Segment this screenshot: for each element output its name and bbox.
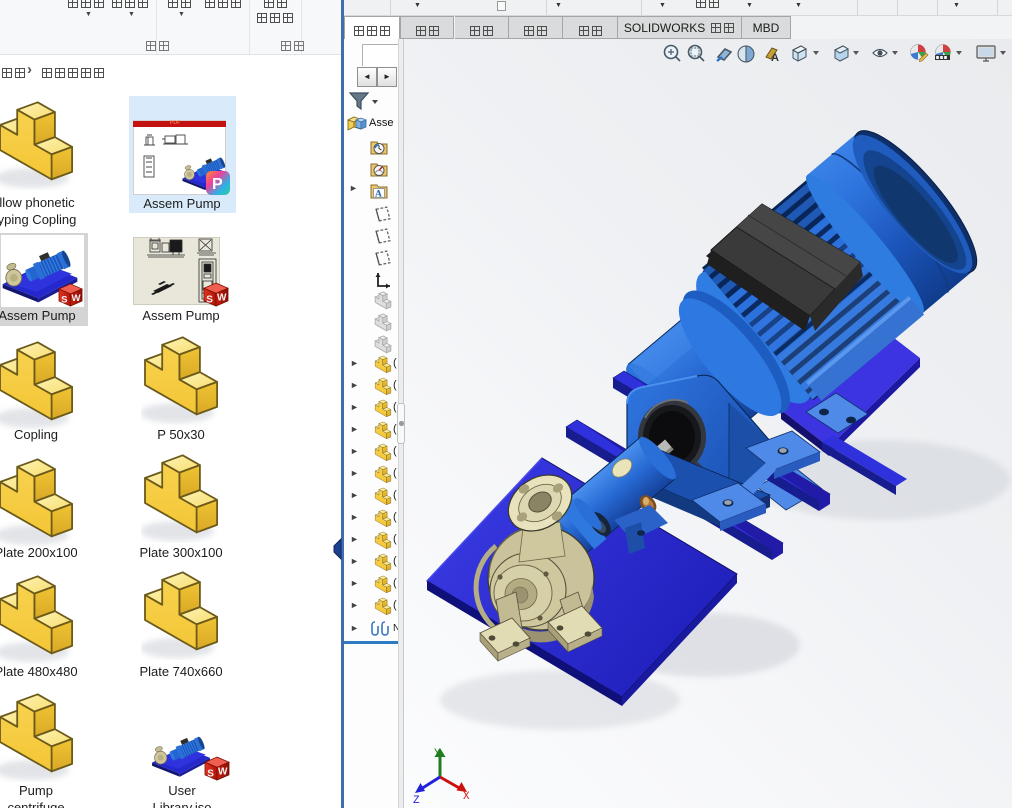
svg-text:Z: Z [413,795,420,807]
svg-text:A: A [771,52,779,64]
svg-text:P: P [212,176,223,193]
svg-text:Y: Y [434,748,441,760]
svg-text:X: X [463,791,470,803]
